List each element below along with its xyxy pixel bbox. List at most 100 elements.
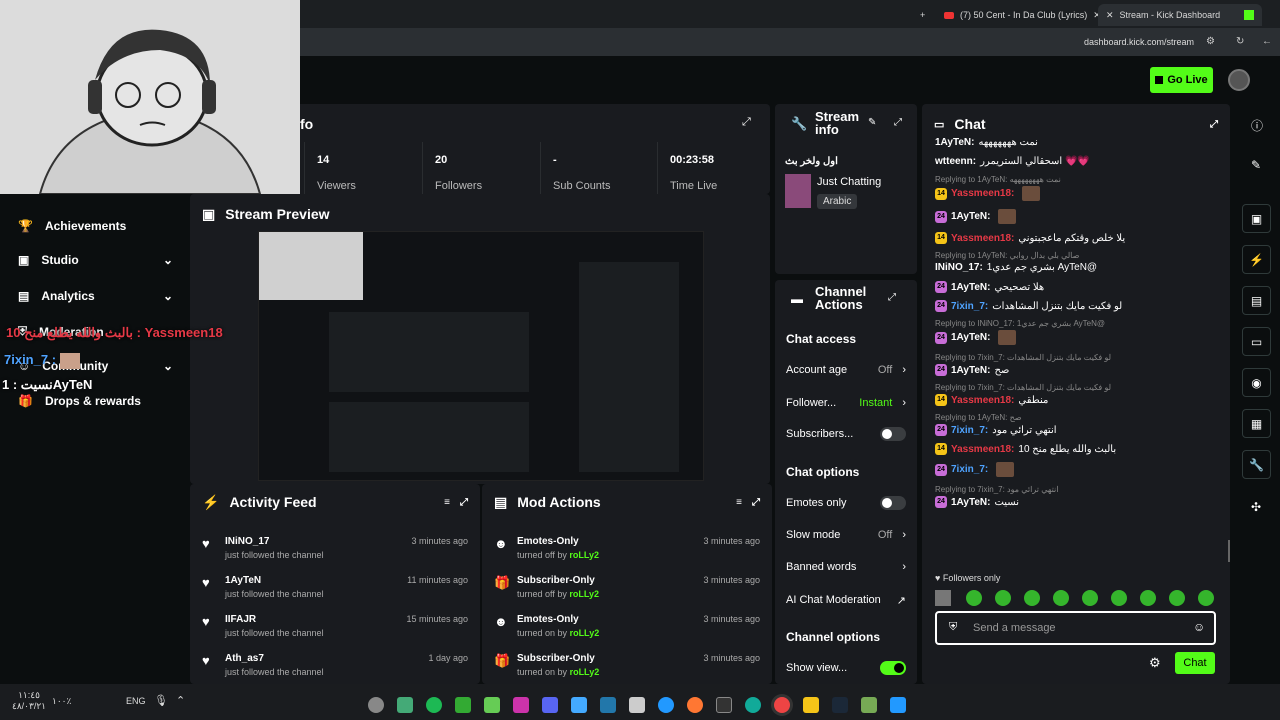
banned-words-setting[interactable]: Banned words › (786, 559, 906, 575)
xbox-icon[interactable] (455, 697, 471, 713)
sidebar-item-studio[interactable]: ▣ Studio ⌄ (18, 253, 173, 267)
chat-username[interactable]: 7ixin_7: (951, 425, 988, 436)
info-icon[interactable]: ⓘ (1251, 117, 1263, 134)
settings-app-icon[interactable] (397, 697, 413, 713)
reload-icon[interactable]: ↻ (1236, 36, 1244, 47)
expand-icon[interactable]: ⤢ (888, 292, 896, 303)
emotes-only-toggle[interactable] (880, 496, 906, 510)
expand-icon[interactable]: ⤢ (752, 497, 760, 508)
emoji-icon[interactable]: ☺ (1193, 620, 1205, 634)
obs-icon[interactable] (368, 697, 384, 713)
chat-username[interactable]: INiNO_17: (935, 262, 983, 273)
apps-icon[interactable]: ✣ (1251, 500, 1261, 514)
clock[interactable]: ١١:٤٥ ٤٨/٠٣/٢١ (12, 690, 46, 712)
expand-icon[interactable]: ⤢ (894, 117, 902, 128)
firefox-icon[interactable] (687, 697, 703, 713)
emote[interactable] (1140, 590, 1156, 606)
chat-username[interactable]: 1AyTeN: (951, 497, 990, 508)
emote-thumb[interactable] (935, 590, 951, 606)
chat-username[interactable]: 1AyTeN: (951, 332, 990, 343)
account-age-setting[interactable]: Account age Off › (786, 362, 906, 378)
ai-moderation-setting[interactable]: AI Chat Moderation ↗ (786, 592, 906, 608)
edge-icon[interactable] (745, 697, 761, 713)
battery-status[interactable]: ١٠٠٪ (52, 696, 71, 707)
defender-icon[interactable] (571, 697, 587, 713)
chat-username[interactable]: Yassmeen18: (951, 395, 1014, 406)
show-viewers-toggle[interactable] (880, 661, 906, 675)
settings-icon[interactable]: ⚙ (1206, 36, 1215, 47)
video-icon[interactable]: ▣ (1242, 204, 1271, 233)
send-chat-button[interactable]: Chat (1175, 652, 1215, 674)
spotify-icon[interactable] (426, 697, 442, 713)
epic-games-icon[interactable] (716, 697, 732, 713)
folder-icon[interactable] (803, 697, 819, 713)
minecraft-launcher-icon[interactable] (861, 697, 877, 713)
subscribers-toggle[interactable] (880, 427, 906, 441)
steam-icon[interactable] (832, 697, 848, 713)
instagram-icon[interactable] (513, 697, 529, 713)
chat-scrollbar[interactable] (1228, 540, 1230, 562)
tab-music[interactable]: (7) 50 Cent - In Da Club (Lyrics) ✕ (944, 4, 1101, 26)
chat-input[interactable]: ⛨ Send a message ☺ (935, 611, 1216, 645)
chat-message: 1AyTeN: نمت هههههههه (935, 137, 1038, 148)
chat-username[interactable]: 1AyTeN: (951, 365, 990, 376)
emote[interactable] (1111, 590, 1127, 606)
sidebar-item-drops[interactable]: 🎁 Drops & rewards (18, 394, 141, 408)
emote[interactable] (1198, 590, 1214, 606)
chrome-icon[interactable] (774, 697, 790, 713)
url-text[interactable]: dashboard.kick.com/stream (1084, 37, 1194, 47)
calendar-icon[interactable] (629, 697, 645, 713)
chat-username[interactable]: wtteenn: (935, 156, 976, 167)
expand-icon[interactable]: ⤢ (1210, 119, 1218, 130)
emote[interactable] (966, 590, 982, 606)
edit-icon[interactable]: ✎ (868, 117, 876, 128)
filter-icon[interactable]: ≡ (444, 497, 450, 508)
sidebar-item-achievements[interactable]: 🏆 Achievements (18, 219, 126, 233)
expand-icon[interactable]: ⤢ (460, 497, 468, 508)
right-rail: ⓘ ✎ ▣ ⚡ ▤ ▭ ◉ ▦ 🔧 ✣ (1234, 104, 1280, 684)
chat-username[interactable]: Yassmeen18: (951, 233, 1014, 244)
go-live-button[interactable]: Go Live (1150, 67, 1213, 93)
chat-username[interactable]: 7ixin_7: (951, 301, 988, 312)
emote[interactable] (1169, 590, 1185, 606)
user-avatar[interactable] (1228, 69, 1250, 91)
stream-preview-video[interactable] (258, 231, 704, 481)
edit-icon[interactable]: ✎ (1251, 158, 1261, 172)
language-indicator[interactable]: ENG (126, 696, 146, 706)
tab-dashboard[interactable]: ✕ Stream - Kick Dashboard (1098, 4, 1263, 26)
list-icon[interactable]: ▤ (1242, 286, 1271, 315)
emote[interactable] (1053, 590, 1069, 606)
back-icon[interactable]: ← (1262, 36, 1272, 47)
minecraft-icon[interactable] (484, 697, 500, 713)
windows-start-icon[interactable] (890, 697, 906, 713)
chat-username[interactable]: Yassmeen18: (951, 188, 1014, 199)
discord-icon[interactable] (542, 697, 558, 713)
emote[interactable] (1024, 590, 1040, 606)
chat-username[interactable]: 1AyTeN: (951, 211, 990, 222)
followers-setting[interactable]: Follower... Instant › (786, 395, 906, 411)
wrench-icon[interactable]: 🔧 (1242, 450, 1271, 479)
chat-username[interactable]: 1AyTeN: (935, 137, 974, 148)
store-icon[interactable] (600, 697, 616, 713)
telegram-icon[interactable] (658, 697, 674, 713)
microphone-icon[interactable]: 🎙 (154, 694, 168, 707)
chat-username[interactable]: 1AyTeN: (951, 282, 990, 293)
lightning-icon: ⚡ (202, 493, 220, 510)
filter-icon[interactable]: ≡ (736, 497, 742, 508)
emote[interactable] (995, 590, 1011, 606)
expand-icon[interactable]: ⤢ (742, 116, 751, 129)
chevron-up-icon[interactable]: ⌃ (176, 694, 185, 707)
lightning-icon[interactable]: ⚡ (1242, 245, 1271, 274)
chat-username[interactable]: 7ixin_7: (951, 464, 988, 475)
chat-username[interactable]: Yassmeen18: (951, 444, 1014, 455)
record-icon[interactable]: ◉ (1242, 368, 1271, 397)
gear-icon[interactable]: ⚙ (1149, 655, 1161, 671)
slow-mode-setting[interactable]: Slow mode Off › (786, 527, 906, 543)
emote[interactable] (1082, 590, 1098, 606)
external-link-icon: ↗ (896, 594, 906, 607)
close-icon[interactable]: ✕ (1106, 10, 1114, 21)
new-tab-button[interactable]: + (920, 4, 925, 26)
save-icon[interactable]: ▦ (1242, 409, 1271, 438)
sidebar-item-analytics[interactable]: ▤ Analytics ⌄ (18, 289, 173, 303)
chat-icon[interactable]: ▭ (1242, 327, 1271, 356)
